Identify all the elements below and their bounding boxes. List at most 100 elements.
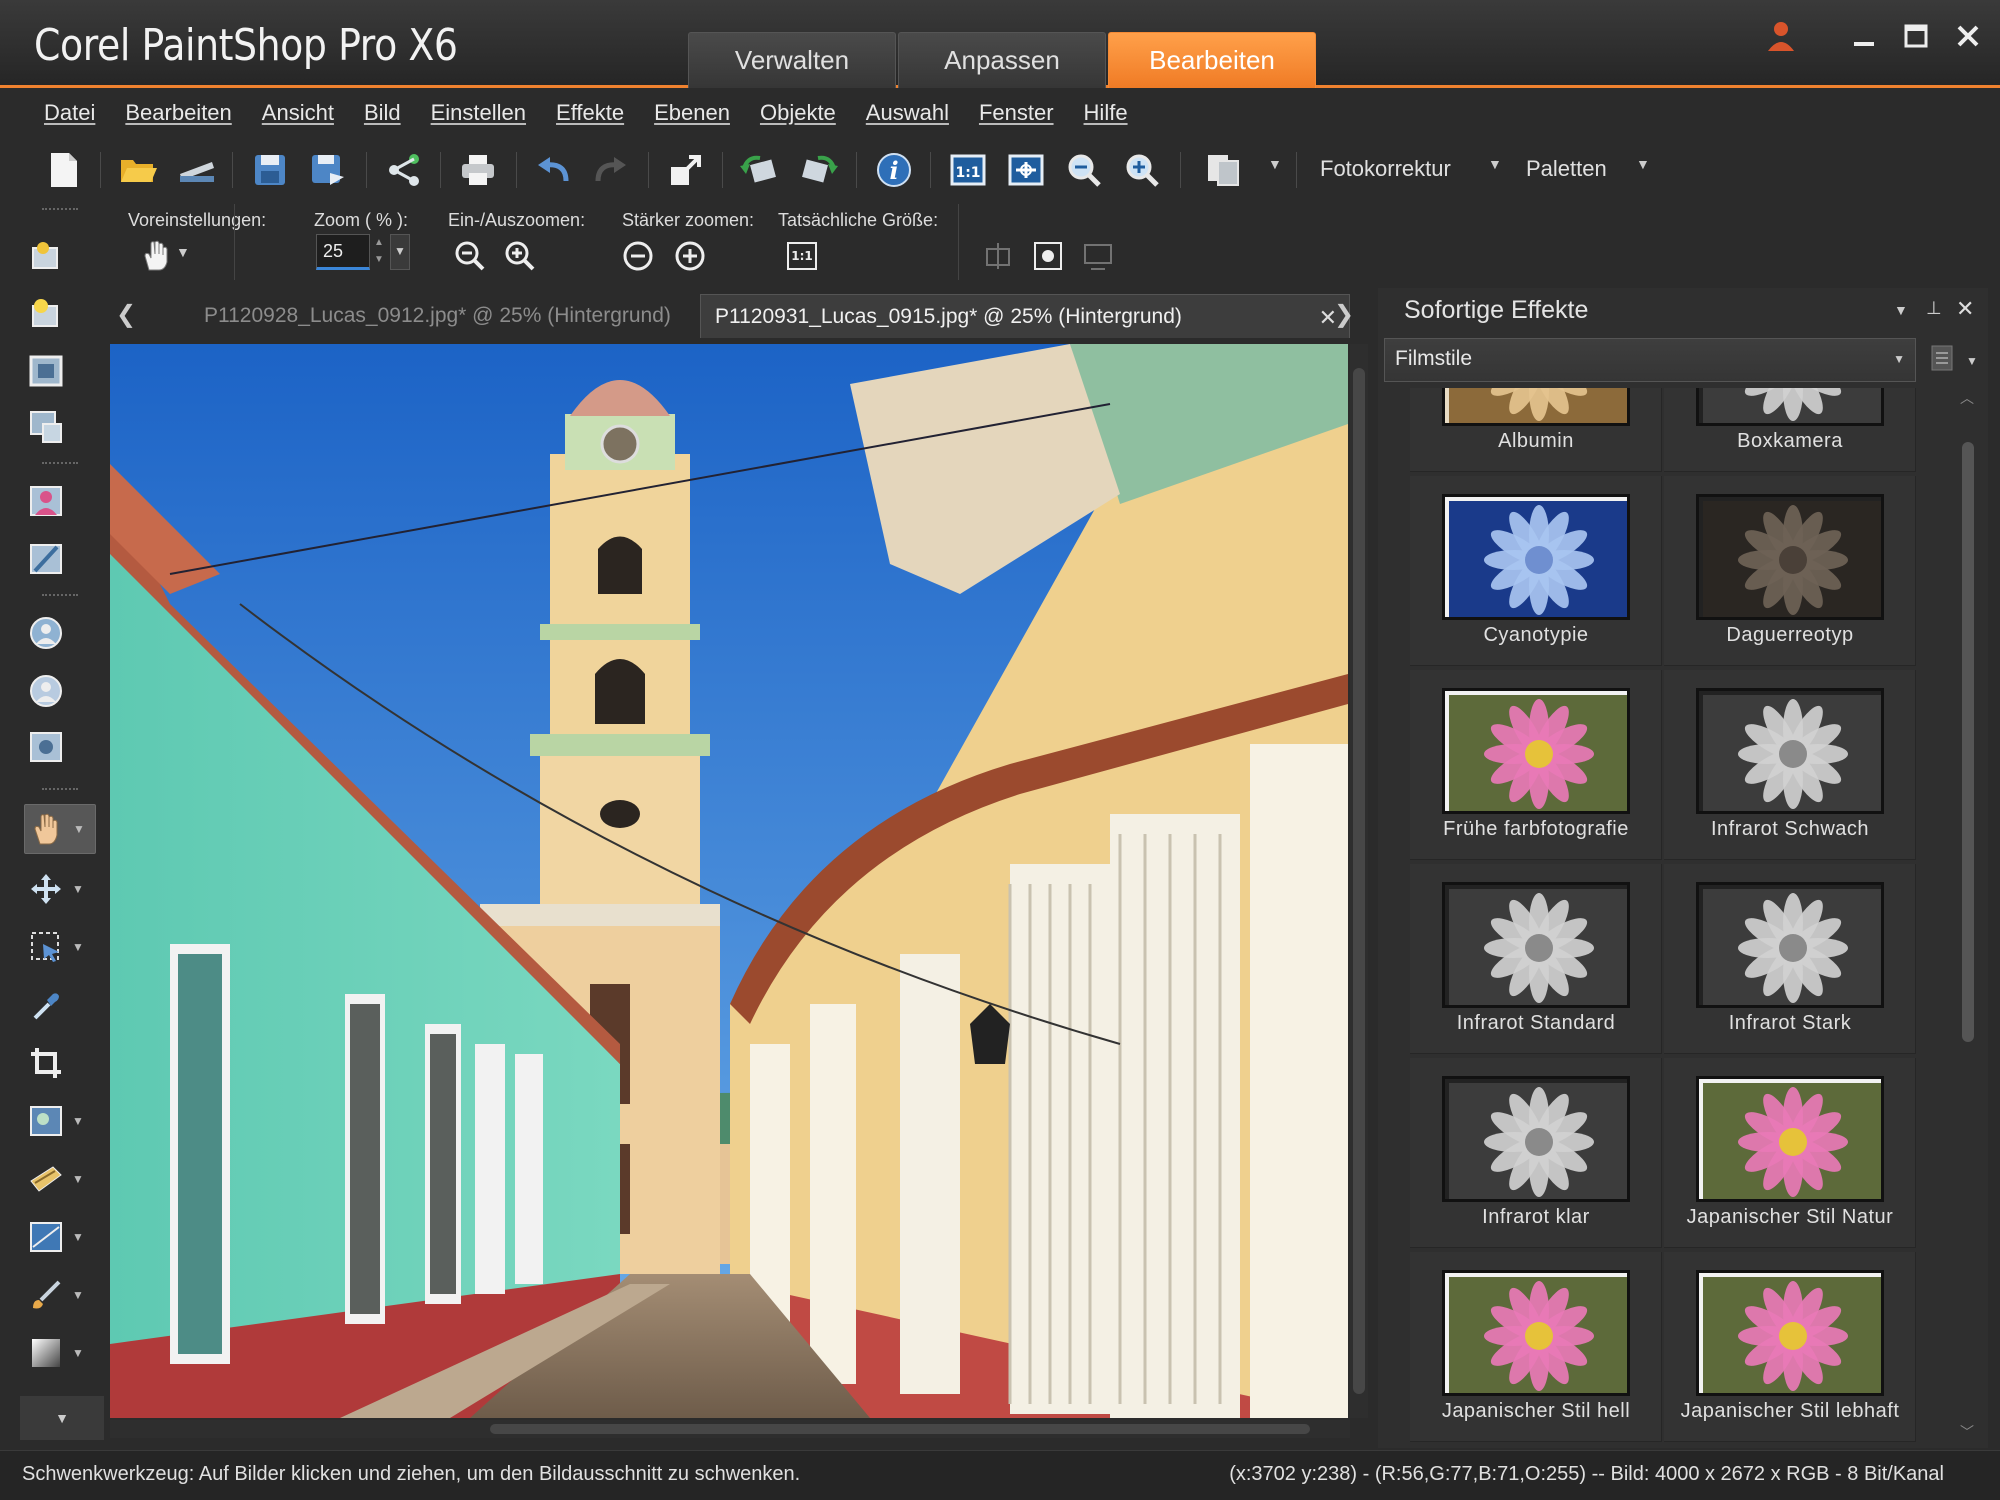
panel-close-icon[interactable]: ✕ [1956, 296, 1974, 322]
menu-hilfe[interactable]: Hilfe [1084, 100, 1128, 126]
menu-bild[interactable]: Bild [364, 100, 401, 126]
tool-crop[interactable] [24, 1038, 96, 1088]
zoom-out-icon[interactable] [1064, 150, 1104, 190]
menu-auswahl[interactable]: Auswahl [866, 100, 949, 126]
tool-selection[interactable]: ▼ [24, 922, 96, 972]
tool-frame[interactable] [24, 346, 96, 396]
open-folder-icon[interactable] [118, 150, 158, 190]
menu-objekte[interactable]: Objekte [760, 100, 836, 126]
canvas-vertical-scrollbar[interactable] [1350, 344, 1368, 1418]
tool-photo-fix[interactable] [24, 288, 96, 338]
menu-fenster[interactable]: Fenster [979, 100, 1054, 126]
tool-retouch[interactable] [24, 534, 96, 584]
canvas-hscroll-thumb[interactable] [490, 1424, 1310, 1434]
menu-bearbeiten[interactable]: Bearbeiten [125, 100, 231, 126]
fit-screen-icon[interactable] [1030, 238, 1066, 274]
presets-hand-icon[interactable] [140, 238, 176, 274]
effects-category-select[interactable]: Filmstile ▼ [1384, 338, 1916, 382]
option-zoom-out-icon[interactable] [452, 238, 488, 274]
tabs-next-icon[interactable]: ❯ [1334, 300, 1354, 329]
tool-object-remover[interactable] [24, 722, 96, 772]
doc-tab-2[interactable]: P1120931_Lucas_0915.jpg* @ 25% (Hintergr… [700, 294, 1350, 338]
effects-scrollbar[interactable]: ︿ ﹀ [1956, 388, 1980, 1444]
menu-datei[interactable]: Datei [44, 100, 95, 126]
effect-item[interactable]: Albumin [1410, 388, 1662, 472]
palettes-dropdown-icon[interactable]: ▼ [1636, 156, 1650, 172]
menu-effekte[interactable]: Effekte [556, 100, 624, 126]
photo-fix-dropdown-icon[interactable]: ▼ [1488, 156, 1502, 172]
zoom-more-plus-icon[interactable] [672, 238, 708, 274]
palette-more-button[interactable]: ▼ [20, 1396, 104, 1440]
effects-scroll-up-icon[interactable]: ︿ [1960, 388, 1974, 408]
zoom-input[interactable]: 25 [316, 234, 370, 270]
effects-scroll-thumb[interactable] [1962, 442, 1974, 1042]
tab-bearbeiten[interactable]: Bearbeiten [1108, 32, 1316, 88]
effect-item[interactable]: Japanischer Stil hell [1410, 1252, 1662, 1442]
zoom-dropdown-icon[interactable]: ▼ [390, 234, 410, 270]
tool-pan[interactable]: ▼ [24, 804, 96, 854]
image-canvas[interactable] [110, 344, 1348, 1418]
info-icon[interactable]: i [874, 150, 914, 190]
tool-brush[interactable]: ▼ [24, 1270, 96, 1320]
tab-verwalten[interactable]: Verwalten [688, 32, 896, 88]
tool-smart-fix[interactable] [24, 230, 96, 280]
effect-item[interactable]: Infrarot Standard [1410, 864, 1662, 1054]
tool-eyedropper[interactable] [24, 980, 96, 1030]
effect-item[interactable]: Infrarot klar [1410, 1058, 1662, 1248]
tool-face-2[interactable] [24, 666, 96, 716]
scanner-icon[interactable] [176, 150, 216, 190]
layout-icon[interactable] [1204, 150, 1244, 190]
save-icon[interactable] [250, 150, 290, 190]
tab-anpassen[interactable]: Anpassen [898, 32, 1106, 88]
zoom-spinner[interactable]: ▲ ▼ [370, 234, 388, 270]
zoom-in-icon[interactable] [1122, 150, 1162, 190]
undo-icon[interactable] [534, 150, 574, 190]
minimize-icon[interactable] [1842, 14, 1886, 58]
print-icon[interactable] [458, 150, 498, 190]
canvas-horizontal-scrollbar[interactable] [110, 1420, 1350, 1438]
effect-item[interactable]: Daguerreotyp [1664, 476, 1916, 666]
photo-fix-menu[interactable]: Fotokorrektur [1320, 156, 1451, 182]
effect-item[interactable]: Cyanotypie [1410, 476, 1662, 666]
new-file-icon[interactable] [44, 150, 84, 190]
zoom-more-minus-icon[interactable] [620, 238, 656, 274]
effect-item[interactable]: Japanischer Stil Natur [1664, 1058, 1916, 1248]
resize-icon[interactable] [666, 150, 706, 190]
tool-gradient[interactable]: ▼ [24, 1328, 96, 1378]
effect-item[interactable]: Infrarot Schwach [1664, 670, 1916, 860]
close-icon[interactable] [1946, 14, 1990, 58]
option-actual-size-icon[interactable]: 1:1 [784, 238, 820, 274]
tool-collage[interactable] [24, 402, 96, 452]
menu-einstellen[interactable]: Einstellen [431, 100, 526, 126]
effects-view-dropdown-icon[interactable]: ▼ [1966, 354, 1978, 368]
tool-portrait[interactable] [24, 476, 96, 526]
effect-item[interactable]: Frühe farbfotografie [1410, 670, 1662, 860]
actual-size-icon[interactable]: 1:1 [948, 150, 988, 190]
fit-window-icon[interactable] [1006, 150, 1046, 190]
presets-dropdown-icon[interactable]: ▼ [176, 244, 190, 260]
palettes-menu[interactable]: Paletten [1526, 156, 1607, 182]
tool-perspective[interactable]: ▼ [24, 1154, 96, 1204]
doc-tab-1[interactable]: P1120928_Lucas_0912.jpg* @ 25% (Hintergr… [190, 294, 685, 338]
tool-straighten[interactable]: ▼ [24, 1096, 96, 1146]
user-icon[interactable] [1760, 14, 1804, 58]
rotate-right-icon[interactable] [798, 150, 838, 190]
effects-scroll-down-icon[interactable]: ﹀ [1960, 1422, 1974, 1442]
maximize-icon[interactable] [1894, 14, 1938, 58]
tool-move[interactable]: ▼ [24, 864, 96, 914]
share-icon[interactable] [384, 150, 424, 190]
canvas-vscroll-thumb[interactable] [1353, 368, 1365, 1394]
effect-item[interactable]: Infrarot Stark [1664, 864, 1916, 1054]
panel-pin-icon[interactable]: ⊥ [1926, 298, 1942, 319]
effect-item[interactable]: Japanischer Stil lebhaft [1664, 1252, 1916, 1442]
menu-ansicht[interactable]: Ansicht [262, 100, 334, 126]
panel-menu-icon[interactable]: ▼ [1894, 302, 1908, 318]
tabs-prev-icon[interactable]: ❮ [116, 300, 136, 329]
option-zoom-in-icon[interactable] [502, 238, 538, 274]
effects-view-icon[interactable] [1930, 344, 1956, 376]
menu-ebenen[interactable]: Ebenen [654, 100, 730, 126]
tool-makeover[interactable]: ▼ [24, 1212, 96, 1262]
tool-face-1[interactable] [24, 608, 96, 658]
save-as-icon[interactable] [308, 150, 348, 190]
rotate-left-icon[interactable] [740, 150, 780, 190]
